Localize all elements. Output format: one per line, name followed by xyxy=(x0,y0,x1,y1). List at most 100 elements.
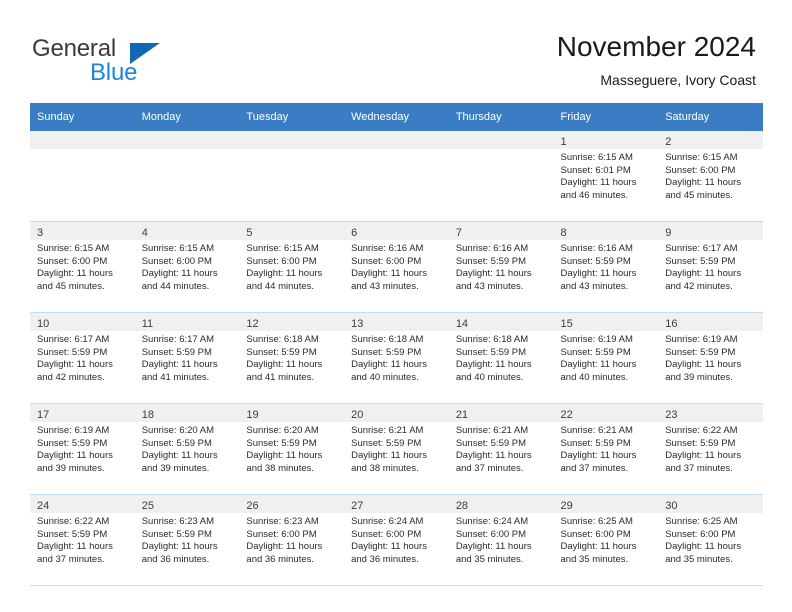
sunrise-time: Sunrise: 6:22 AM xyxy=(37,516,110,527)
sunrise-time: Sunrise: 6:16 AM xyxy=(455,243,529,254)
calendar-day-cell[interactable]: 30 Sunrise: 6:25 AM Sunset: 6:00 PM Dayligh… xyxy=(658,494,763,586)
daylight-duration-line1: Daylight: 11 hours xyxy=(351,450,427,462)
calendar-day-cell[interactable]: 19 Sunrise: 6:20 AM Sunset: 5:59 PM Dayligh… xyxy=(239,403,345,495)
day-number-band xyxy=(30,131,135,149)
calendar-day-cell[interactable]: 29 Sunrise: 6:25 AM Sunset: 6:00 PM Dayligh… xyxy=(553,494,659,586)
sun-times-block: Sunrise: 6:24 AM Sunset: 6:00 PM Daylight:… xyxy=(449,513,554,566)
sun-times-block: Sunrise: 6:16 AM Sunset: 5:59 PM Daylight:… xyxy=(554,240,659,293)
sunset-time: Sunset: 6:00 PM xyxy=(455,528,527,540)
calendar-day-cell[interactable]: 23 Sunrise: 6:22 AM Sunset: 5:59 PM Dayligh… xyxy=(658,403,763,495)
daylight-duration-line2: and 41 minutes. xyxy=(246,371,315,383)
daylight-duration-line2: and 42 minutes. xyxy=(665,280,733,292)
daylight-duration-line1: Daylight: 11 hours xyxy=(560,268,637,280)
brand-logo[interactable]: General Blue xyxy=(32,36,222,92)
calendar-day-cell[interactable]: 11 Sunrise: 6:17 AM Sunset: 5:59 PM Dayligh… xyxy=(134,312,240,404)
sunrise-time: Sunrise: 6:18 AM xyxy=(455,334,529,345)
daylight-duration-line1: Daylight: 11 hours xyxy=(560,450,637,462)
daylight-duration-line1: Daylight: 11 hours xyxy=(351,541,427,553)
calendar-day-cell[interactable]: 14 Sunrise: 6:18 AM Sunset: 5:59 PM Dayligh… xyxy=(448,312,554,404)
calendar-day-cell[interactable]: 9 Sunrise: 6:17 AM Sunset: 5:59 PM Daylight… xyxy=(658,221,763,313)
daylight-duration-line1: Daylight: 11 hours xyxy=(37,450,113,462)
daylight-duration-line1: Daylight: 11 hours xyxy=(351,359,427,371)
calendar-day-cell[interactable]: 28 Sunrise: 6:24 AM Sunset: 6:00 PM Dayligh… xyxy=(448,494,554,586)
calendar-day-cell[interactable]: 24 Sunrise: 6:22 AM Sunset: 5:59 PM Dayligh… xyxy=(30,494,135,586)
calendar-day-cell[interactable]: 8 Sunrise: 6:16 AM Sunset: 5:59 PM Daylight… xyxy=(553,221,659,313)
calendar-day-cell[interactable]: 22 Sunrise: 6:21 AM Sunset: 5:59 PM Dayligh… xyxy=(553,403,659,495)
calendar-day-cell[interactable]: 12 Sunrise: 6:18 AM Sunset: 5:59 PM Dayligh… xyxy=(239,312,345,404)
calendar-day-cell[interactable]: 3 Sunrise: 6:15 AM Sunset: 6:00 PM Daylight… xyxy=(30,221,135,313)
day-cell-content: 1 Sunrise: 6:15 AM Sunset: 6:01 PM Daylight… xyxy=(553,131,659,221)
day-number-band: 18 xyxy=(134,404,240,422)
daylight-duration-line2: and 41 minutes. xyxy=(141,371,210,383)
weekday-header-friday: Friday xyxy=(553,103,659,131)
sunset-time: Sunset: 5:59 PM xyxy=(560,255,631,267)
daylight-duration-line1: Daylight: 11 hours xyxy=(665,450,742,462)
day-number: 14 xyxy=(455,318,469,330)
sunrise-time: Sunrise: 6:18 AM xyxy=(246,334,319,345)
day-cell-content xyxy=(239,131,345,221)
day-cell-content: 16 Sunrise: 6:19 AM Sunset: 5:59 PM Dayligh… xyxy=(658,313,763,403)
day-number-band: 13 xyxy=(344,313,449,331)
calendar-day-cell[interactable]: 1 Sunrise: 6:15 AM Sunset: 6:01 PM Daylight… xyxy=(553,131,659,222)
page-header: General Blue November 2024 Masseguere, I… xyxy=(0,0,792,102)
calendar-day-cell[interactable]: 25 Sunrise: 6:23 AM Sunset: 5:59 PM Dayligh… xyxy=(134,494,240,586)
weekday-header-monday: Monday xyxy=(134,103,240,131)
calendar-day-cell[interactable]: 2 Sunrise: 6:15 AM Sunset: 6:00 PM Daylight… xyxy=(658,131,763,222)
sun-times-block: Sunrise: 6:20 AM Sunset: 5:59 PM Daylight:… xyxy=(135,422,240,475)
day-cell-content: 21 Sunrise: 6:21 AM Sunset: 5:59 PM Dayligh… xyxy=(448,404,554,494)
calendar-day-cell[interactable]: 21 Sunrise: 6:21 AM Sunset: 5:59 PM Dayligh… xyxy=(448,403,554,495)
daylight-duration-line2: and 37 minutes. xyxy=(37,553,105,565)
daylight-duration-line2: and 37 minutes. xyxy=(560,462,629,474)
day-number-band: 24 xyxy=(30,495,135,513)
day-cell-content: 9 Sunrise: 6:17 AM Sunset: 5:59 PM Daylight… xyxy=(658,222,763,312)
day-number-band: 25 xyxy=(134,495,240,513)
day-number-band: 21 xyxy=(448,404,554,422)
calendar-day-cell[interactable]: 20 Sunrise: 6:21 AM Sunset: 5:59 PM Dayligh… xyxy=(344,403,449,495)
day-number-band: 2 xyxy=(658,131,763,149)
day-cell-content: 3 Sunrise: 6:15 AM Sunset: 6:00 PM Daylight… xyxy=(30,222,135,312)
day-cell-content: 28 Sunrise: 6:24 AM Sunset: 6:00 PM Dayligh… xyxy=(448,495,554,585)
calendar-day-cell[interactable]: 15 Sunrise: 6:19 AM Sunset: 5:59 PM Dayligh… xyxy=(553,312,659,404)
calendar-week-row: 24 Sunrise: 6:22 AM Sunset: 5:59 PM Dayligh… xyxy=(30,494,763,586)
daylight-duration-line1: Daylight: 11 hours xyxy=(455,268,532,280)
daylight-duration-line2: and 35 minutes. xyxy=(455,553,524,565)
sun-times-block: Sunrise: 6:25 AM Sunset: 6:00 PM Daylight:… xyxy=(658,513,763,566)
daylight-duration-line2: and 39 minutes. xyxy=(665,371,733,383)
calendar-day-cell[interactable]: 18 Sunrise: 6:20 AM Sunset: 5:59 PM Dayligh… xyxy=(134,403,240,495)
sun-times-block: Sunrise: 6:23 AM Sunset: 6:00 PM Daylight:… xyxy=(239,513,344,566)
daylight-duration-line1: Daylight: 11 hours xyxy=(665,359,742,371)
calendar-day-cell[interactable]: 6 Sunrise: 6:16 AM Sunset: 6:00 PM Daylight… xyxy=(344,221,449,313)
calendar-day-cell[interactable]: 16 Sunrise: 6:19 AM Sunset: 5:59 PM Dayligh… xyxy=(658,312,763,404)
daylight-duration-line1: Daylight: 11 hours xyxy=(560,359,637,371)
sunset-time: Sunset: 5:59 PM xyxy=(246,346,317,358)
calendar-day-cell[interactable]: 10 Sunrise: 6:17 AM Sunset: 5:59 PM Dayligh… xyxy=(30,312,135,404)
calendar-day-cell xyxy=(344,131,449,222)
calendar-day-cell[interactable]: 5 Sunrise: 6:15 AM Sunset: 6:00 PM Daylight… xyxy=(239,221,345,313)
calendar-day-cell[interactable]: 13 Sunrise: 6:18 AM Sunset: 5:59 PM Dayligh… xyxy=(344,312,449,404)
sunrise-time: Sunrise: 6:20 AM xyxy=(246,425,319,436)
day-number: 13 xyxy=(351,318,364,330)
calendar-day-cell[interactable]: 17 Sunrise: 6:19 AM Sunset: 5:59 PM Dayligh… xyxy=(30,403,135,495)
sunset-time: Sunset: 5:59 PM xyxy=(141,528,212,540)
calendar-day-cell[interactable]: 27 Sunrise: 6:24 AM Sunset: 6:00 PM Dayligh… xyxy=(344,494,449,586)
day-cell-content: 24 Sunrise: 6:22 AM Sunset: 5:59 PM Dayligh… xyxy=(30,495,135,585)
sunset-time: Sunset: 6:00 PM xyxy=(560,528,631,540)
sunrise-time: Sunrise: 6:15 AM xyxy=(560,152,633,163)
day-number: 25 xyxy=(141,500,154,512)
sunset-time: Sunset: 5:59 PM xyxy=(455,255,527,267)
calendar-day-cell[interactable]: 7 Sunrise: 6:16 AM Sunset: 5:59 PM Daylight… xyxy=(448,221,554,313)
calendar-day-cell[interactable]: 26 Sunrise: 6:23 AM Sunset: 6:00 PM Dayligh… xyxy=(239,494,345,586)
day-number: 21 xyxy=(455,409,469,421)
sunrise-time: Sunrise: 6:15 AM xyxy=(141,243,215,254)
daylight-duration-line2: and 36 minutes. xyxy=(351,553,419,565)
day-number-band: 6 xyxy=(344,222,449,240)
daylight-duration-line2: and 40 minutes. xyxy=(455,371,524,383)
title-block: November 2024 Masseguere, Ivory Coast xyxy=(557,30,756,90)
daylight-duration-line1: Daylight: 11 hours xyxy=(141,541,218,553)
brand-name-blue: Blue xyxy=(90,59,138,86)
daylight-duration-line1: Daylight: 11 hours xyxy=(455,541,532,553)
sunset-time: Sunset: 5:59 PM xyxy=(351,437,422,449)
calendar-week-row: 3 Sunrise: 6:15 AM Sunset: 6:00 PM Daylight… xyxy=(30,221,763,313)
day-cell-content: 2 Sunrise: 6:15 AM Sunset: 6:00 PM Daylight… xyxy=(658,131,763,221)
calendar-day-cell[interactable]: 4 Sunrise: 6:15 AM Sunset: 6:00 PM Daylight… xyxy=(134,221,240,313)
